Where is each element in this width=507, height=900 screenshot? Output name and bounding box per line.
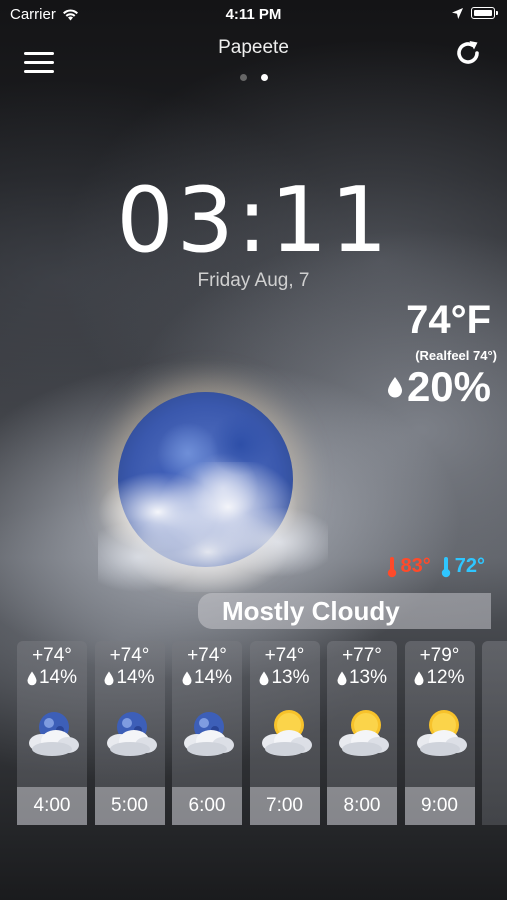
raindrop-icon — [104, 671, 114, 685]
hourly-card-partial[interactable] — [482, 641, 507, 825]
raindrop-icon — [337, 671, 347, 685]
status-time: 4:11 PM — [225, 6, 282, 23]
cloud-illustration — [98, 462, 328, 592]
hourly-precipitation: 13% — [327, 667, 397, 689]
hourly-precipitation-value: 14% — [193, 667, 233, 688]
hourly-card[interactable]: +74° 14% 5:00 — [94, 641, 165, 825]
moon-cloud-icon — [22, 705, 82, 760]
hourly-precipitation-value: 14% — [38, 667, 78, 688]
hourly-time: 4:00 — [17, 787, 87, 825]
sun-cloud-icon — [410, 705, 470, 760]
status-bar: Carrier 4:11 PM — [0, 0, 507, 30]
high-low-temps: 83° 72° — [387, 555, 485, 578]
raindrop-icon — [27, 671, 37, 685]
raindrop-icon — [387, 377, 402, 398]
battery-icon — [471, 7, 498, 19]
hourly-time: 8:00 — [327, 787, 397, 825]
page-dot-1[interactable] — [239, 74, 247, 81]
hourly-card[interactable]: +74° 13% 7:00 — [249, 641, 320, 825]
hourly-time: 6:00 — [172, 787, 242, 825]
high-temperature: 83° — [400, 555, 431, 577]
hourly-temperature: +74° — [109, 645, 150, 666]
status-indicators — [452, 7, 498, 19]
hourly-temperature: +74° — [264, 645, 305, 666]
moon-cloud-icon — [177, 705, 237, 760]
location-arrow-icon — [452, 7, 463, 19]
thermometer-cold-icon — [441, 556, 450, 577]
hourly-card[interactable]: +77° 13% 8:00 — [327, 641, 397, 825]
page-indicator[interactable] — [0, 74, 507, 81]
large-clock: 03:11 — [116, 168, 391, 273]
sun-cloud-icon — [255, 705, 315, 760]
date-label: Friday Aug, 7 — [197, 270, 310, 291]
menu-line — [24, 61, 54, 64]
hourly-precipitation: 14% — [172, 667, 242, 689]
hourly-precipitation: 14% — [17, 667, 87, 689]
refresh-icon[interactable] — [453, 38, 483, 68]
hourly-precipitation: 13% — [250, 667, 320, 689]
raindrop-icon — [259, 671, 269, 685]
moon-cloud-icon — [100, 705, 160, 760]
hourly-precipitation-value: 14% — [116, 667, 155, 688]
hourly-temperature: +74° — [187, 645, 227, 666]
hourly-precipitation: 14% — [95, 667, 165, 689]
hourly-card[interactable]: +74° 14% 6:00 — [172, 641, 242, 825]
page-dot-2[interactable] — [260, 74, 268, 81]
hourly-time: 7:00 — [249, 787, 320, 825]
hourly-card[interactable]: +74° 14% 4:00 — [17, 641, 87, 825]
hourly-precipitation-value: 12% — [426, 667, 465, 688]
hourly-precipitation-value: 13% — [271, 667, 310, 688]
hourly-forecast[interactable]: +74° 14% 4:00 +74° 14% 5:00 +74° 14% 6:0… — [17, 641, 507, 825]
condition-banner: Mostly Cloudy — [198, 593, 491, 629]
precipitation-chance: 20% — [387, 363, 491, 411]
city-name: Papeete — [218, 37, 289, 58]
current-temperature: 74°F — [406, 298, 491, 342]
hourly-time: 9:00 — [404, 787, 475, 825]
raindrop-icon — [182, 671, 192, 685]
hourly-temperature: +74° — [32, 645, 72, 666]
hourly-precipitation-value: 13% — [348, 667, 388, 688]
hourly-precipitation: 12% — [405, 667, 475, 689]
precipitation-value: 20% — [406, 363, 491, 410]
low-temperature: 72° — [454, 555, 485, 577]
thermometer-hot-icon — [387, 556, 396, 577]
hourly-temperature: +79° — [419, 645, 460, 666]
raindrop-icon — [414, 671, 424, 685]
hourly-temperature: +77° — [342, 645, 382, 666]
realfeel-label: (Realfeel 74°) — [415, 348, 497, 363]
moon-cloudy-icon — [98, 392, 328, 592]
hourly-time: 5:00 — [94, 787, 165, 825]
sun-cloud-icon — [332, 705, 392, 760]
menu-line — [24, 70, 54, 73]
hourly-card[interactable]: +79° 12% 9:00 — [404, 641, 475, 825]
